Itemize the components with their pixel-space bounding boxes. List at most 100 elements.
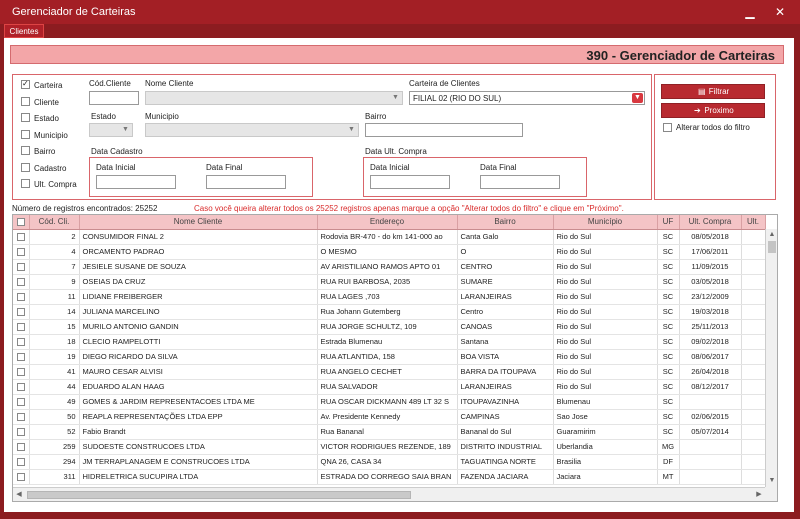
- filter-checkbox-municipio[interactable]: [21, 129, 30, 139]
- table-row[interactable]: 18 CLECIO RAMPELOTTI Estrada Blumenau Santa…: [13, 334, 766, 350]
- filter-checkbox-cadastro[interactable]: [21, 162, 30, 172]
- select-all-header[interactable]: [13, 215, 30, 230]
- tab-clientes[interactable]: Clientes: [4, 24, 44, 38]
- row-select-cell[interactable]: [13, 424, 30, 440]
- row-checkbox[interactable]: [16, 248, 25, 256]
- column-header[interactable]: Município: [553, 215, 658, 230]
- bairro-input[interactable]: [365, 123, 523, 137]
- row-select-cell[interactable]: [13, 334, 30, 350]
- row-checkbox[interactable]: [16, 263, 25, 271]
- compra-data-inicial-input[interactable]: [370, 175, 450, 189]
- table-cell: RUA OSCAR DICKMANN 489 LT 32 S: [317, 394, 458, 410]
- column-header[interactable]: Nome Cliente: [79, 215, 318, 230]
- select-all-checkbox[interactable]: [16, 218, 25, 227]
- nome-cliente-select[interactable]: ▼: [145, 91, 403, 105]
- cadastro-data-final-input[interactable]: [206, 175, 286, 189]
- table-row[interactable]: 7 JESIELE SUSANE DE SOUZA AV ARISTILIANO R…: [13, 259, 766, 275]
- table-row[interactable]: 259 SUDOESTE CONSTRUCOES LTDA VICTOR RODRI…: [13, 439, 766, 455]
- scroll-up-icon[interactable]: ▲: [766, 229, 777, 241]
- title-bar: Gerenciador de Carteiras ▁ ✕: [0, 0, 800, 24]
- table-row[interactable]: 311 HIDRELETRICA SUCUPIRA LTDA ESTRADA DO …: [13, 469, 766, 485]
- row-select-cell[interactable]: [13, 319, 30, 335]
- row-checkbox[interactable]: [16, 293, 25, 301]
- filtrar-button[interactable]: ▤ Filtrar: [661, 84, 765, 99]
- table-row[interactable]: 19 DIEGO RICARDO DA SILVA RUA ATLANTIDA, 1…: [13, 349, 766, 365]
- row-select-cell[interactable]: [13, 244, 30, 260]
- row-select-cell[interactable]: [13, 469, 30, 485]
- row-checkbox[interactable]: [16, 278, 25, 286]
- row-checkbox[interactable]: [16, 428, 25, 436]
- row-checkbox[interactable]: [16, 308, 25, 316]
- row-select-cell[interactable]: [13, 364, 30, 380]
- table-row[interactable]: 41 MAURO CESAR ALVISI RUA ANGELO CECHET BAR…: [13, 364, 766, 380]
- row-checkbox[interactable]: [16, 233, 25, 241]
- table-row[interactable]: 9 OSEIAS DA CRUZ RUA RUI BARBOSA, 2035 SUMA…: [13, 274, 766, 290]
- horizontal-scrollbar[interactable]: ◀ ▶: [13, 487, 765, 501]
- row-checkbox[interactable]: [16, 338, 25, 346]
- cod-cliente-input[interactable]: [89, 91, 139, 105]
- row-checkbox[interactable]: [16, 383, 25, 391]
- filter-checkbox-estado[interactable]: [21, 113, 30, 122]
- vertical-scrollbar[interactable]: ▲ ▼: [765, 229, 777, 487]
- table-cell: Estrada Blumenau: [317, 334, 458, 350]
- row-checkbox[interactable]: [16, 353, 25, 361]
- row-checkbox[interactable]: [16, 323, 25, 331]
- table-row[interactable]: 52 Fabio Brandt Rua Bananal Bananal do Sul G…: [13, 424, 766, 440]
- scroll-right-icon[interactable]: ▶: [753, 489, 765, 501]
- column-header[interactable]: Cód. Cli.: [29, 215, 80, 230]
- column-header[interactable]: Ult. Compra: [679, 215, 742, 230]
- filter-checkbox-cliente[interactable]: [21, 96, 30, 106]
- cadastro-data-inicial-input[interactable]: [96, 175, 176, 189]
- table-row[interactable]: 44 EDUARDO ALAN HAAG RUA SALVADOR LARANJEIR…: [13, 379, 766, 395]
- row-checkbox[interactable]: [16, 443, 25, 451]
- close-icon[interactable]: ✕: [767, 4, 793, 20]
- table-cell: Rio do Sul: [553, 319, 658, 335]
- column-header[interactable]: Endereço: [317, 215, 458, 230]
- table-cell: 19/03/2018: [679, 304, 742, 320]
- row-select-cell[interactable]: [13, 349, 30, 365]
- filter-checkbox-ult-compra[interactable]: [21, 179, 30, 188]
- row-select-cell[interactable]: [13, 304, 30, 320]
- table-cell: [741, 454, 766, 470]
- filter-checkbox-carteira[interactable]: [21, 79, 30, 89]
- row-checkbox[interactable]: [16, 398, 25, 406]
- scroll-left-icon[interactable]: ◀: [13, 489, 25, 501]
- filter-checkbox-label: Municipio: [34, 130, 68, 140]
- row-select-cell[interactable]: [13, 259, 30, 275]
- row-checkbox[interactable]: [16, 413, 25, 421]
- column-header[interactable]: Ult.: [741, 215, 766, 230]
- row-select-cell[interactable]: [13, 439, 30, 455]
- column-header[interactable]: UF: [657, 215, 680, 230]
- horizontal-scroll-thumb[interactable]: [27, 491, 411, 499]
- estado-select[interactable]: ▼: [89, 123, 133, 137]
- filter-checkbox-bairro[interactable]: [21, 146, 30, 155]
- row-select-cell[interactable]: [13, 379, 30, 395]
- proximo-button[interactable]: ➔ Proximo: [661, 103, 765, 118]
- minimize-icon[interactable]: ▁: [737, 4, 763, 20]
- table-row[interactable]: 4 ORCAMENTO PADRAO O MESMO O Rio do Sul SC 17/…: [13, 244, 766, 260]
- table-row[interactable]: 49 GOMES & JARDIM REPRESENTACOES LTDA ME R…: [13, 394, 766, 410]
- row-select-cell[interactable]: [13, 274, 30, 290]
- table-row[interactable]: 15 MURILO ANTONIO GANDIN RUA JORGE SCHULTZ…: [13, 319, 766, 335]
- row-select-cell[interactable]: [13, 409, 30, 425]
- column-header[interactable]: Bairro: [457, 215, 554, 230]
- table-row[interactable]: 2 CONSUMIDOR FINAL 2 Rodovia BR-470 - do k…: [13, 229, 766, 245]
- row-select-cell[interactable]: [13, 289, 30, 305]
- municipio-select[interactable]: ▼: [145, 123, 359, 137]
- row-select-cell[interactable]: [13, 394, 30, 410]
- compra-data-final-input[interactable]: [480, 175, 560, 189]
- table-row[interactable]: 294 JM TERRAPLANAGEM E CONSTRUCOES LTDA QN…: [13, 454, 766, 470]
- table-row[interactable]: 50 REAPLA REPRESENTAÇÕES LTDA EPP Av. Pres…: [13, 409, 766, 425]
- row-checkbox[interactable]: [16, 458, 25, 466]
- alterar-todos-checkbox[interactable]: [663, 123, 672, 132]
- carteira-select[interactable]: FILIAL 02 (RIO DO SUL) ▼: [409, 91, 645, 105]
- row-select-cell[interactable]: [13, 229, 30, 245]
- table-row[interactable]: 14 JULIANA MARCELINO Rua Johann Gutemberg C…: [13, 304, 766, 320]
- vertical-scroll-thumb[interactable]: [768, 241, 776, 253]
- table-cell: SC: [657, 259, 680, 275]
- scroll-down-icon[interactable]: ▼: [766, 475, 777, 487]
- row-select-cell[interactable]: [13, 454, 30, 470]
- row-checkbox[interactable]: [16, 473, 25, 481]
- row-checkbox[interactable]: [16, 368, 25, 376]
- table-row[interactable]: 11 LIDIANE FREIBERGER RUA LAGES ,703 LARANJ…: [13, 289, 766, 305]
